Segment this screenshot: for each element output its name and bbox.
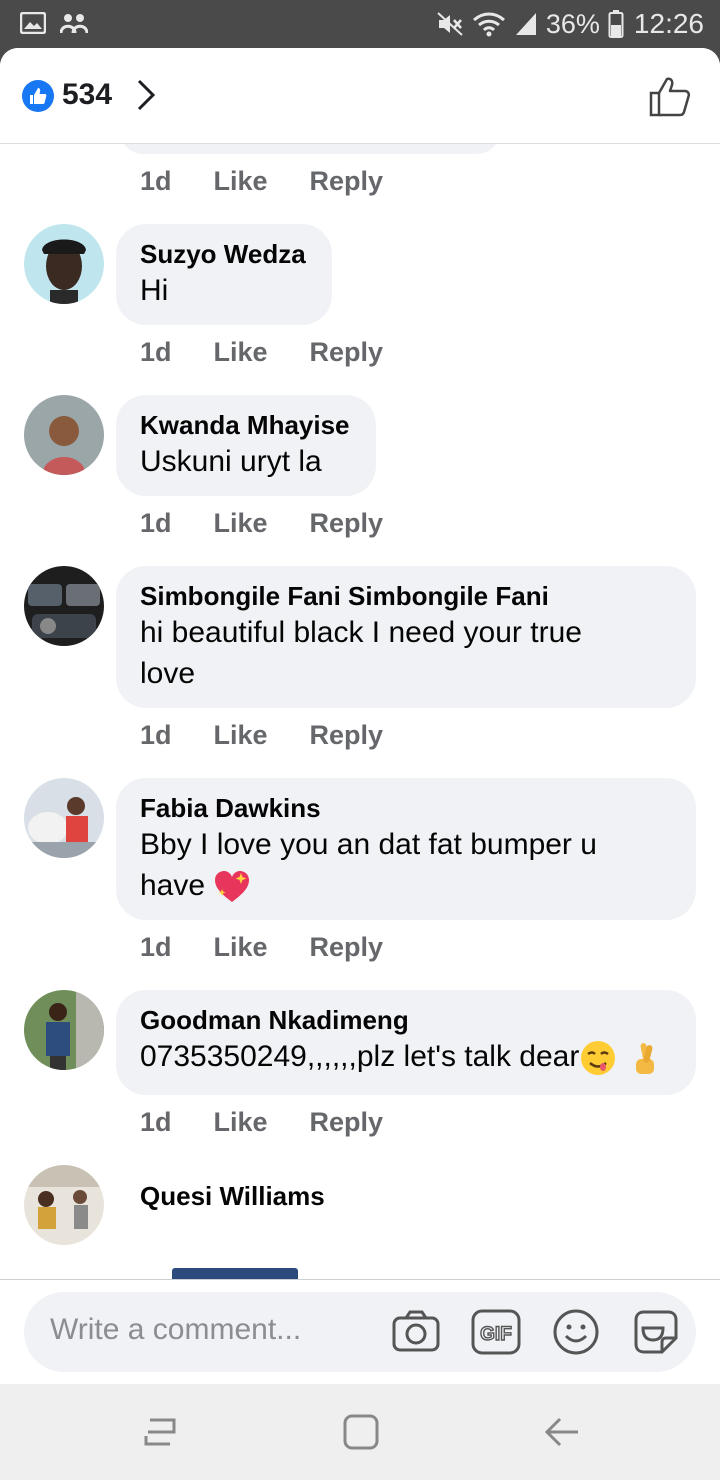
like-link[interactable]: Like [214,932,268,963]
avatar[interactable] [24,778,104,858]
comment-text: love [140,657,196,690]
avatar[interactable] [24,224,104,304]
like-reaction-icon [22,80,54,112]
comments-list: 1d Like Reply Suzyo Wedza Hi 1d Like Rep… [0,144,720,1279]
comment-bubble[interactable]: Suzyo Wedza Hi [116,224,332,325]
comments-sheet: 534 1d Like Reply Suzyo Wedza Hi 1d Like… [0,48,720,1384]
home-icon[interactable] [341,1412,381,1452]
comment-text: Bby I love you an dat fat bumper u [140,828,597,861]
previous-comment-bubble [120,144,500,154]
comment-time: 1d [140,508,172,538]
comment-actions: 1d Like Reply [140,720,425,751]
camera-icon[interactable] [390,1306,442,1358]
comment-bubble[interactable]: Simbongile Fani Simbongile Fani hi beaut… [116,566,696,708]
comment-author[interactable]: Kwanda Mhayise [140,409,352,441]
comment-text: Hi [140,274,169,307]
avatar[interactable] [24,1165,104,1245]
comment-author[interactable]: Suzyo Wedza [140,238,308,270]
avatar[interactable] [24,566,104,646]
status-bar: 36% 12:26 [0,0,720,48]
comment-input[interactable]: Write a comment... GIF [24,1292,696,1372]
comment-time: 1d [140,337,172,367]
mute-icon [437,12,463,36]
avatar[interactable] [24,395,104,475]
comment-text: hi beautiful black I need your true [140,616,582,649]
comment-time: 1d [140,720,172,750]
reactions-header: 534 [0,48,720,144]
reaction-count[interactable]: 534 [62,78,112,112]
reply-link[interactable]: Reply [310,720,384,751]
comment-author[interactable]: Quesi Williams [140,1180,325,1212]
comment-actions: 1d Like Reply [140,166,425,197]
clock: 12:26 [633,8,704,39]
comment-bubble[interactable]: Kwanda Mhayise Uskuni uryt la [116,395,376,496]
composer-bar: Write a comment... GIF [0,1279,720,1384]
comment-actions: 1d Like Reply [140,337,425,368]
recent-apps-icon[interactable] [140,1412,180,1452]
comment-bubble[interactable]: Fabia Dawkins Bby I love you an dat fat … [116,778,696,920]
avatar[interactable] [24,990,104,1070]
comment-actions: 1d Like Reply [140,508,425,539]
like-outline-icon[interactable] [648,74,692,118]
comment-actions: 1d Like Reply [140,932,425,963]
reply-link[interactable]: Reply [310,508,384,539]
comment-author[interactable]: Fabia Dawkins [140,792,672,824]
like-link[interactable]: Like [214,1107,268,1138]
battery-icon [608,10,624,38]
system-navigation-bar [0,1384,720,1480]
comment-text: 0735350249,,,,,,plz let's talk dear [140,1040,580,1073]
smirking-face-icon [581,1041,616,1076]
gallery-notification-icon [20,12,46,34]
reply-link[interactable]: Reply [310,1107,384,1138]
chevron-right-icon[interactable] [134,78,158,112]
comment-time: 1d [140,166,172,196]
battery-percent: 36% [545,8,600,39]
gif-icon[interactable]: GIF [470,1306,522,1358]
comment-time: 1d [140,1107,172,1137]
signal-icon [515,13,536,35]
emoji-icon[interactable] [550,1306,602,1358]
comment-text-row: 0735350249,,,,,,plz let's talk dear [140,1036,672,1077]
svg-text:GIF: GIF [480,1324,512,1345]
sticker-icon[interactable] [630,1306,682,1358]
like-link[interactable]: Like [214,166,268,197]
comment-text: have [140,869,206,902]
comment-author[interactable]: Goodman Nkadimeng [140,1004,672,1036]
reply-link[interactable]: Reply [310,337,384,368]
reply-link[interactable]: Reply [310,166,384,197]
like-link[interactable]: Like [214,720,268,751]
sparkling-heart-icon [215,871,250,903]
comment-text-row: have [140,865,672,906]
back-icon[interactable] [542,1412,582,1452]
comment-bubble[interactable]: Goodman Nkadimeng 0735350249,,,,,,plz le… [116,990,696,1095]
people-notification-icon [60,14,88,34]
crossed-fingers-icon [635,1043,654,1075]
wifi-icon [472,12,505,37]
comment-actions: 1d Like Reply [140,1107,425,1138]
like-link[interactable]: Like [214,508,268,539]
like-link[interactable]: Like [214,337,268,368]
comment-text: Uskuni uryt la [140,445,322,478]
comment-time: 1d [140,932,172,962]
reply-link[interactable]: Reply [310,932,384,963]
comment-author[interactable]: Simbongile Fani Simbongile Fani [140,580,672,612]
comment-placeholder[interactable]: Write a comment... [50,1313,301,1347]
comment-bubble[interactable]: Quesi Williams [140,1180,325,1212]
